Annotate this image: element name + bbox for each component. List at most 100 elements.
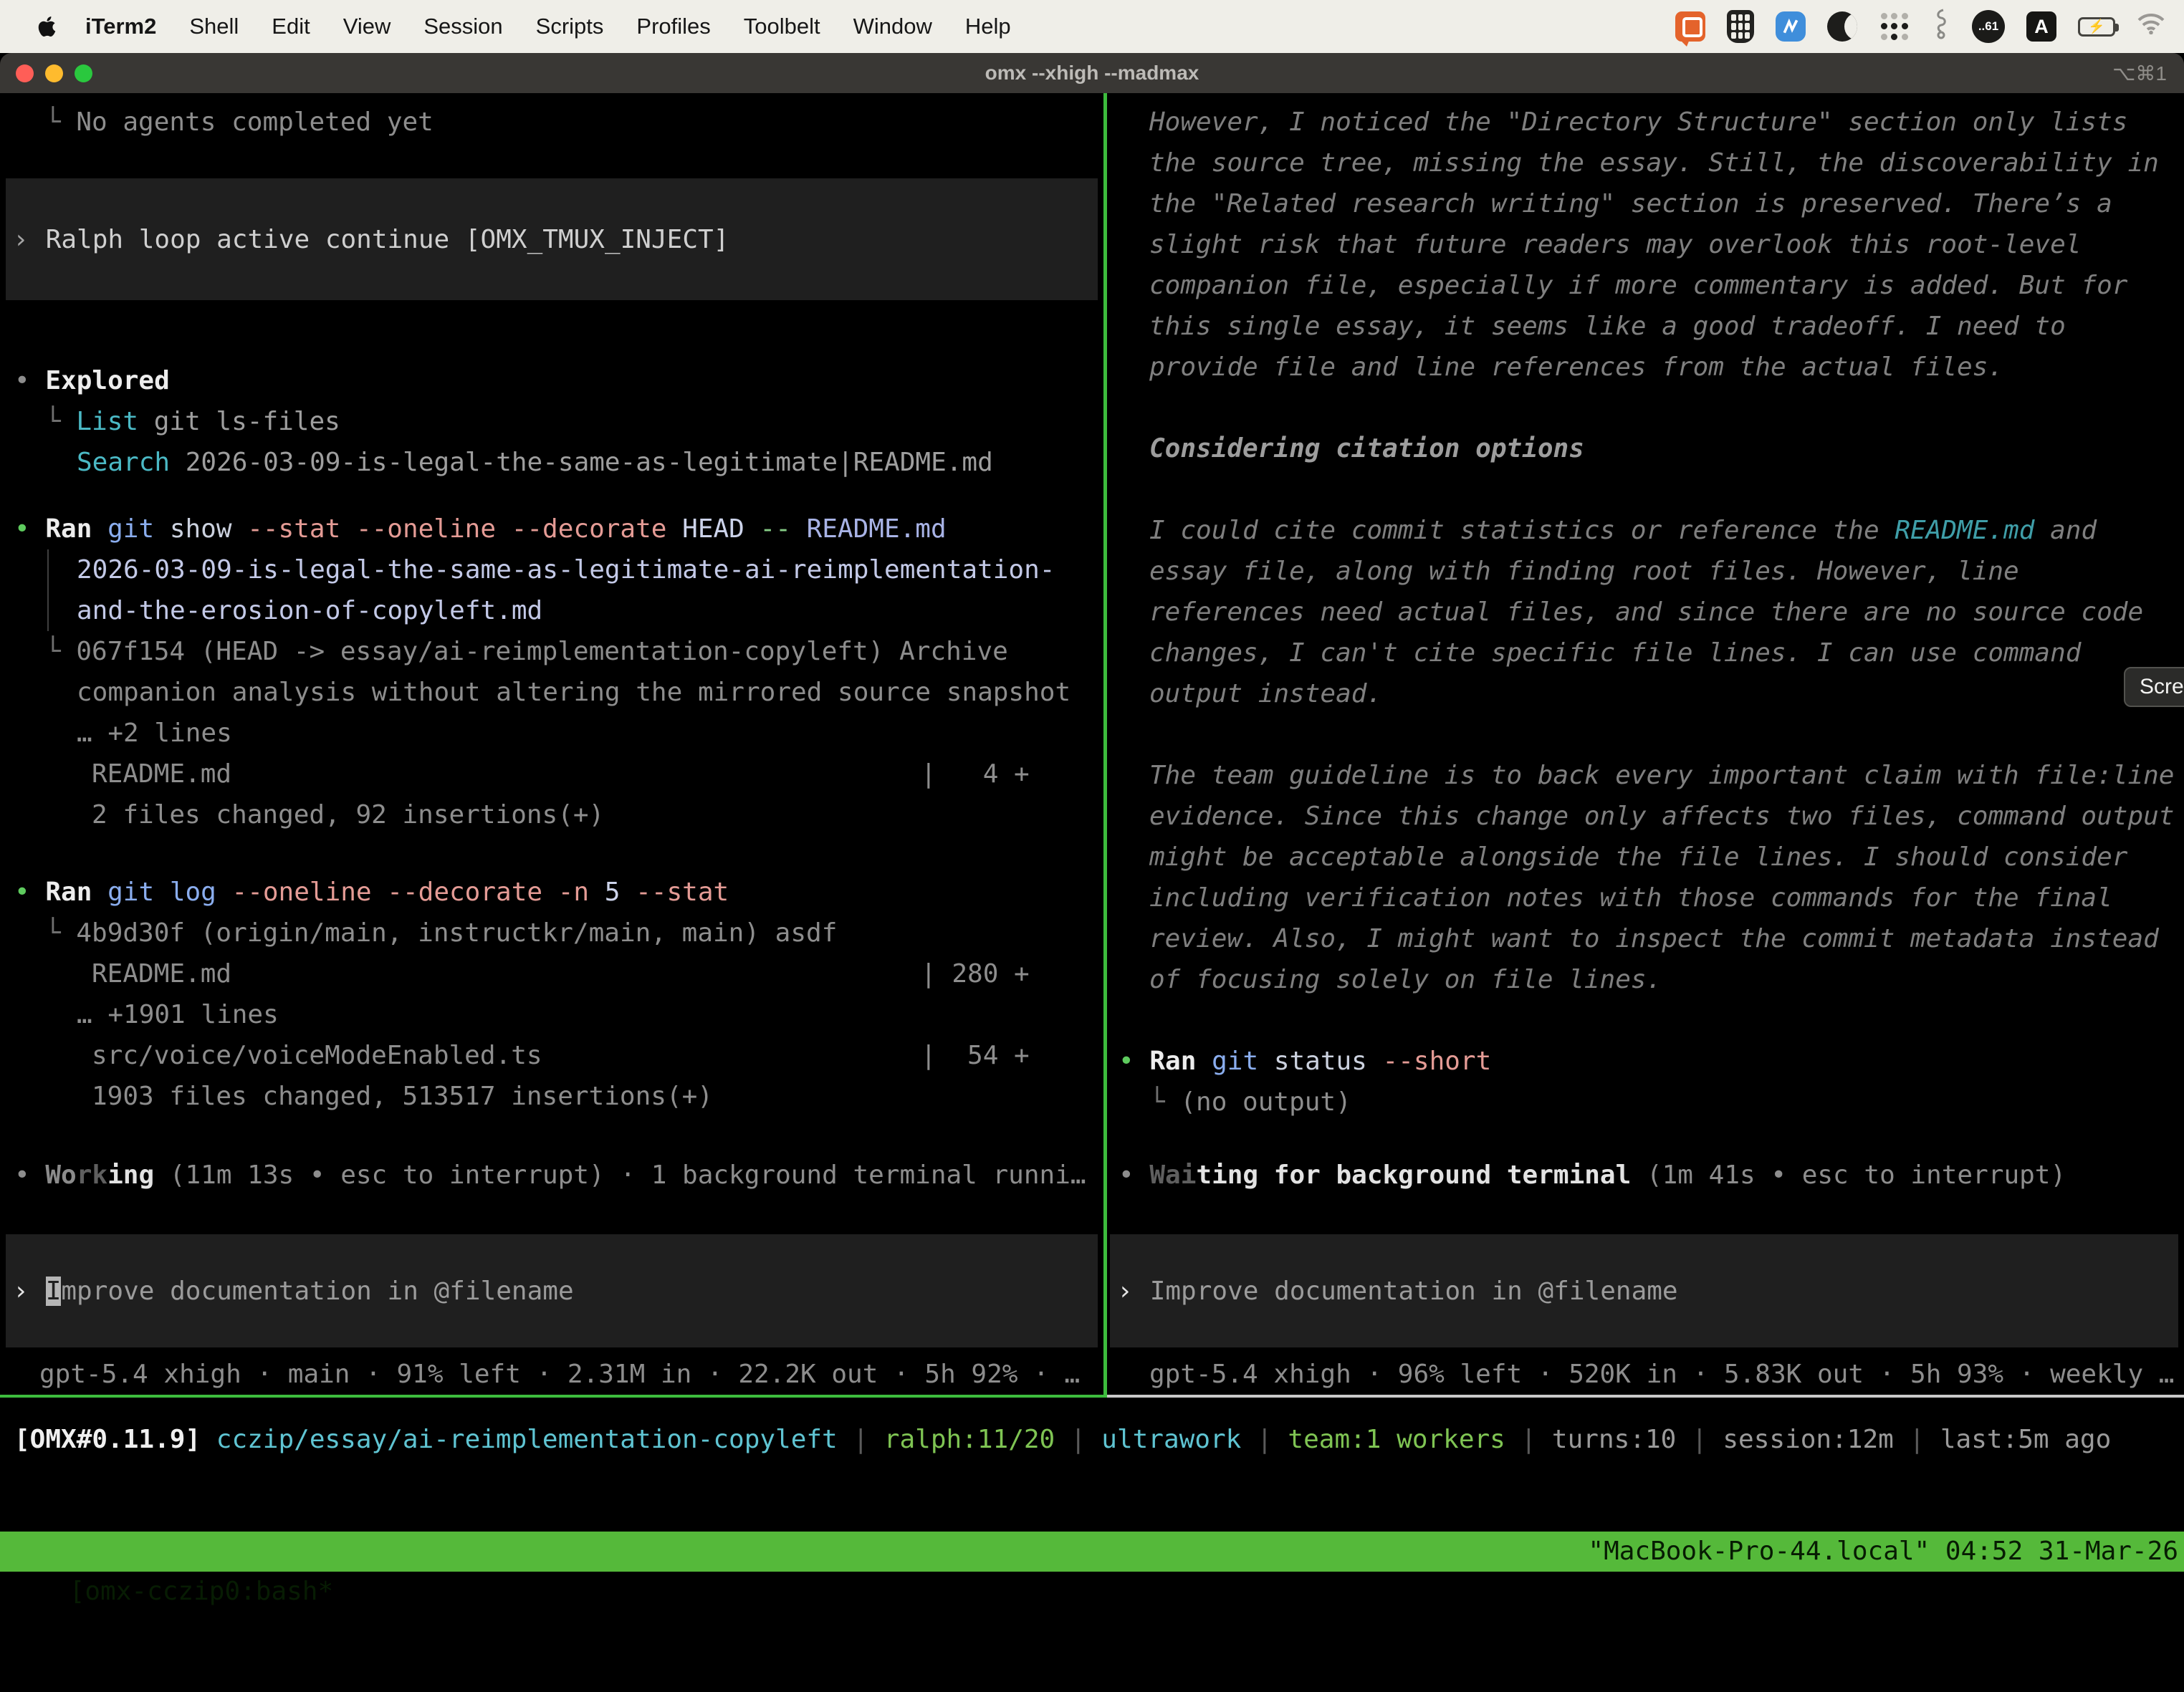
bullet-icon: • — [1119, 1047, 1134, 1076]
omx-session: session:12m — [1723, 1425, 1893, 1454]
menu-item-toolbelt[interactable]: Toolbelt — [744, 14, 820, 39]
reasoning-line: companion file, especially if more comme… — [1107, 265, 2184, 306]
tool-output-line: … +2 lines — [0, 713, 1103, 754]
reasoning-line: changes, I can't cite specific file line… — [1107, 633, 2184, 673]
tmux-status-bar: [omx-cczip0:bash* "MacBook-Pro-44.local"… — [0, 1532, 2184, 1572]
reasoning-line: the "Related research writing" section i… — [1107, 183, 2184, 224]
menu-bar: iTerm2 Shell Edit View Session Scripts P… — [0, 0, 2184, 53]
squiggle-icon[interactable] — [1932, 8, 1950, 45]
omx-branch-path: cczip/essay/ai-reimplementation-copyleft — [216, 1425, 838, 1454]
reasoning-line: references need actual files, and since … — [1107, 592, 2184, 633]
explored-list-line: └ List git ls-files — [0, 401, 1103, 442]
diffstat-line: src/voice/voiceModeEnabled.ts| 54 + — [0, 1035, 1103, 1076]
menu-item-session[interactable]: Session — [423, 14, 502, 39]
reasoning-line: this single essay, it seems like a good … — [1107, 306, 2184, 347]
ralph-prompt-box[interactable]: ›Ralph loop active continue [OMX_TMUX_IN… — [6, 178, 1098, 300]
reasoning-heading: Considering citation options — [1107, 428, 2184, 469]
file-reference: README.md — [1895, 516, 2034, 545]
menu-item-window[interactable]: Window — [853, 14, 932, 39]
bullet-icon: • — [14, 514, 30, 544]
reasoning-line: slight risk that future readers may over… — [1107, 224, 2184, 265]
prompt-input[interactable]: ›Improve documentation in @filename — [6, 1234, 1098, 1347]
reasoning-line: of focusing solely on file lines. — [1107, 959, 2184, 1000]
reasoning-line: The team guideline is to back every impo… — [1107, 755, 2184, 796]
command-line: • Ran git status --short — [1107, 1041, 2184, 1082]
tool-output-line: └ 4b9d30f (origin/main, instructkr/main,… — [0, 913, 1103, 953]
reasoning-line: output instead. — [1107, 673, 2184, 714]
prompt-chevron-icon: › — [6, 1277, 29, 1306]
tree-guide — [47, 549, 49, 631]
right-pane-footer: • Waiting for background terminal (1m 41… — [1107, 1155, 2184, 1395]
right-pane: However, I noticed the "Directory Struct… — [1107, 93, 2184, 1395]
dots-grid-icon[interactable] — [1879, 11, 1910, 42]
tmux-session-label[interactable]: [omx-cczip0:bash* — [62, 1577, 333, 1606]
waiting-status: • Waiting for background terminal (1m 41… — [1107, 1155, 2184, 1196]
menu-item-help[interactable]: Help — [965, 14, 1011, 39]
blue-app-icon[interactable] — [1776, 11, 1806, 42]
input-source-icon[interactable]: A — [2026, 11, 2056, 42]
reasoning-line: evidence. Since this change only affects… — [1107, 796, 2184, 837]
bullet-icon: • — [14, 366, 30, 395]
reasoning-line: the source tree, missing the essay. Stil… — [1107, 143, 2184, 183]
agents-note: └ No agents completed yet — [0, 102, 1103, 143]
window-title: omx --xhigh --madmax — [0, 62, 2184, 85]
omx-version: [OMX#0.11.9] — [14, 1425, 201, 1454]
prompt-chevron-icon: › — [1110, 1277, 1133, 1306]
menu-item-view[interactable]: View — [343, 14, 391, 39]
tool-output-line: companion analysis without altering the … — [0, 672, 1103, 713]
prompt-chevron-icon: › — [6, 225, 29, 254]
tool-output-line: 2 files changed, 92 insertions(+) — [0, 794, 1103, 835]
screenshot-icon[interactable] — [1675, 11, 1705, 42]
reasoning-line: provide file and line references from th… — [1107, 347, 2184, 388]
wifi-icon[interactable] — [2137, 13, 2165, 40]
tool-output-line: └ (no output) — [1107, 1082, 2184, 1123]
text-cursor: I — [46, 1277, 62, 1306]
menu-item-profiles[interactable]: Profiles — [636, 14, 710, 39]
bullet-icon: • — [14, 1160, 30, 1190]
menu-item-shell[interactable]: Shell — [189, 14, 239, 39]
diffstat-line: README.md| 4 + — [0, 754, 1103, 794]
menu-item-edit[interactable]: Edit — [272, 14, 310, 39]
screen-tooltip: Scre — [2124, 667, 2184, 707]
bullet-icon: • — [1119, 1160, 1134, 1190]
shield-grid-icon[interactable] — [1727, 10, 1754, 43]
omx-status-bar: [OMX#0.11.9] cczip/essay/ai-reimplementa… — [0, 1398, 2184, 1532]
reasoning-line: However, I noticed the "Directory Struct… — [1107, 102, 2184, 143]
git-log-section: • Ran git log --oneline --decorate -n 5 … — [0, 872, 1103, 1117]
terminal-content: └ No agents completed yet ›Ralph loop ac… — [0, 93, 2184, 1599]
left-pane: └ No agents completed yet ›Ralph loop ac… — [0, 93, 1103, 1395]
omx-mode: ultrawork — [1101, 1425, 1241, 1454]
command-line: • Ran git show --stat --oneline --decora… — [0, 509, 1103, 549]
omx-turns: turns:10 — [1552, 1425, 1676, 1454]
git-show-section: • Ran git show --stat --oneline --decora… — [0, 509, 1103, 835]
omx-team: team:1 workers — [1288, 1425, 1505, 1454]
left-pane-footer: • Working (11m 13s • esc to interrupt) ·… — [0, 1155, 1103, 1395]
explored-search-line: Search 2026-03-09-is-legal-the-same-as-l… — [0, 442, 1103, 483]
bullet-icon: • — [14, 878, 30, 907]
prompt-input[interactable]: ›Improve documentation in @filename — [1110, 1234, 2178, 1347]
tmux-host-clock-label: "MacBook-Pro-44.local" 04:52 31-Mar-26 — [1588, 1532, 2178, 1572]
diffstat-line: README.md| 280 + — [0, 953, 1103, 994]
reasoning-line: essay file, along with finding root file… — [1107, 551, 2184, 592]
command-continuation: 2026-03-09-is-legal-the-same-as-legitima… — [0, 549, 1103, 590]
model-status-line: gpt-5.4 xhigh · 96% left · 520K in · 5.8… — [1107, 1354, 2184, 1395]
dark-circle-icon[interactable] — [1827, 11, 1857, 42]
tool-output-line: … +1901 lines — [0, 994, 1103, 1035]
model-status-line: gpt-5.4 xhigh · main · 91% left · 2.31M … — [0, 1354, 1103, 1395]
tool-output-line: 1903 files changed, 513517 insertions(+) — [0, 1076, 1103, 1117]
menu-bar-status-icons: ..61 A ⚡ — [1675, 8, 2165, 45]
menu-item-iterm2[interactable]: iTerm2 — [85, 14, 156, 39]
pane-bottom-border — [0, 1395, 2184, 1398]
omx-ralph-counter: ralph:11/20 — [884, 1425, 1055, 1454]
command-continuation: and-the-erosion-of-copyleft.md — [0, 590, 1103, 631]
reasoning-line: including verification notes with those … — [1107, 878, 2184, 918]
tool-output-line: └ 067f154 (HEAD -> essay/ai-reimplementa… — [0, 631, 1103, 672]
reasoning-line: I could cite commit statistics or refere… — [1107, 510, 2184, 551]
battery-icon[interactable]: ⚡ — [2078, 17, 2115, 37]
working-status: • Working (11m 13s • esc to interrupt) ·… — [0, 1155, 1103, 1196]
apple-menu-icon[interactable] — [37, 15, 57, 38]
badge-61-icon[interactable]: ..61 — [1972, 10, 2005, 43]
menu-item-scripts[interactable]: Scripts — [536, 14, 604, 39]
window-title-bar: omx --xhigh --madmax ⌥⌘1 — [0, 53, 2184, 93]
reasoning-line: might be acceptable alongside the file l… — [1107, 837, 2184, 878]
